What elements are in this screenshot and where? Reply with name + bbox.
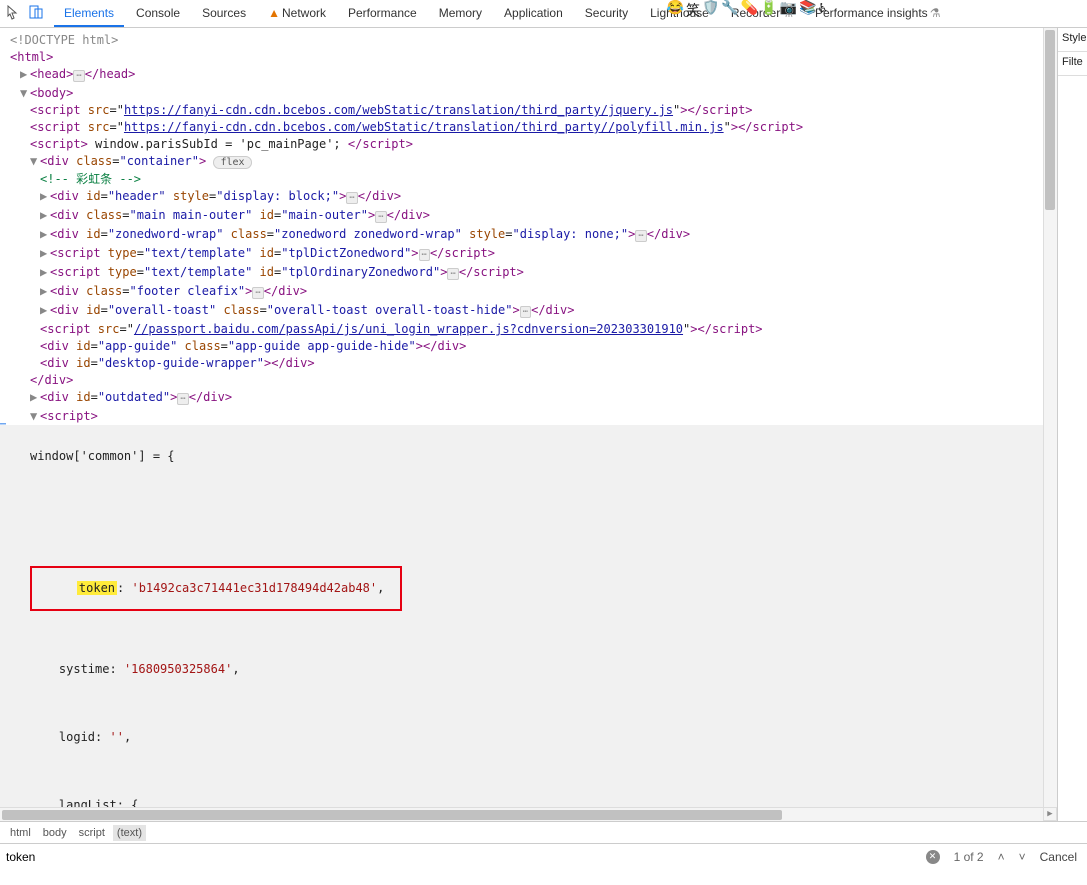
scrollbar-thumb[interactable] — [1045, 30, 1055, 210]
cancel-button[interactable]: Cancel — [1040, 850, 1077, 864]
vertical-scrollbar[interactable] — [1043, 28, 1057, 821]
scrollbar-thumb[interactable] — [2, 810, 782, 820]
script-src-link[interactable]: https://fanyi-cdn.cdn.bcebos.com/webStat… — [124, 120, 724, 134]
browser-extension-icons: 😂 笑 🛡️ 🔧 💊 🔋 📷 📚 ♿ — [667, 0, 828, 20]
tab-security[interactable]: Security — [575, 1, 638, 27]
styles-sidebar: Style Filte — [1057, 28, 1087, 821]
expand-caret[interactable]: ▶ — [40, 264, 50, 281]
ext-icon[interactable]: ♿ — [819, 0, 827, 20]
collapse-caret[interactable]: ▼ — [20, 85, 30, 102]
expand-caret[interactable]: ▶ — [40, 188, 50, 205]
tab-application[interactable]: Application — [494, 1, 573, 27]
elements-panel: <!DOCTYPE html> <html> ▶<head>⋯</head> ▼… — [0, 28, 1057, 821]
crumb-text[interactable]: (text) — [113, 825, 146, 841]
ext-icon[interactable]: 📚 — [799, 0, 816, 20]
device-toolbar-icon[interactable] — [28, 4, 44, 23]
expand-caret[interactable]: ▶ — [40, 283, 50, 300]
flex-badge[interactable]: flex — [213, 156, 251, 169]
expand-caret[interactable]: ▶ — [40, 226, 50, 243]
ext-icon[interactable]: 🛡️ — [702, 0, 719, 20]
script-text-node[interactable]: window['common'] = { token: 'b1492ca3c71… — [0, 425, 1047, 821]
collapse-caret[interactable]: ▼ — [30, 408, 40, 425]
crumb-script[interactable]: script — [75, 825, 109, 841]
tab-sources[interactable]: Sources — [192, 1, 256, 27]
inspect-icon[interactable] — [6, 4, 22, 23]
comment-node[interactable]: <!-- 彩虹条 --> — [40, 172, 141, 186]
ext-icon[interactable]: 笑 — [686, 0, 700, 20]
clear-search-icon[interactable]: ✕ — [926, 850, 940, 864]
tab-memory[interactable]: Memory — [429, 1, 492, 27]
search-bar: ✕ 1 of 2 ˄ ˅ Cancel — [0, 843, 1087, 869]
horizontal-scrollbar[interactable] — [0, 807, 1043, 821]
ext-icon[interactable]: 💊 — [741, 0, 758, 20]
expand-caret[interactable]: ▶ — [40, 207, 50, 224]
script-src-link[interactable]: //passport.baidu.com/passApi/js/uni_logi… — [134, 322, 683, 336]
breadcrumb: html body script (text) — [0, 821, 1087, 843]
ellipsis-icon[interactable]: ⋯ — [73, 70, 84, 82]
collapse-caret[interactable]: ▼ — [30, 153, 40, 170]
search-next-icon[interactable]: ˅ — [1019, 850, 1026, 864]
expand-caret[interactable]: ▶ — [20, 66, 30, 83]
warning-icon: ▲ — [268, 6, 280, 20]
experiment-icon: ⚗ — [930, 6, 941, 20]
crumb-html[interactable]: html — [6, 825, 35, 841]
search-input[interactable] — [0, 846, 926, 868]
dom-tree[interactable]: <!DOCTYPE html> <html> ▶<head>⋯</head> ▼… — [0, 28, 1057, 821]
ext-icon[interactable]: 📷 — [780, 0, 797, 20]
tab-performance[interactable]: Performance — [338, 1, 427, 27]
highlight-annotation: token: 'b1492ca3c71441ec31d178494d42ab48… — [30, 566, 402, 611]
expand-caret[interactable]: ▶ — [40, 302, 50, 319]
ext-icon[interactable]: 😂 — [667, 0, 684, 20]
tab-network[interactable]: ▲Network — [258, 1, 336, 27]
sidebar-tab-styles[interactable]: Style — [1058, 28, 1087, 52]
search-prev-icon[interactable]: ˄ — [998, 850, 1005, 864]
expand-caret[interactable]: ▶ — [30, 389, 40, 406]
script-src-link[interactable]: https://fanyi-cdn.cdn.bcebos.com/webStat… — [124, 103, 673, 117]
doctype-node[interactable]: <!DOCTYPE html> — [10, 33, 118, 47]
devtools-toolbar: Elements Console Sources ▲Network Perfor… — [0, 0, 1087, 28]
js-text: window['common'] = { — [30, 449, 175, 463]
sidebar-filter[interactable]: Filte — [1058, 52, 1087, 76]
selected-indicator: ⋯ — [0, 416, 6, 433]
ext-icon[interactable]: 🔋 — [760, 0, 777, 20]
tab-elements[interactable]: Elements — [54, 1, 124, 27]
search-match: token — [77, 581, 117, 595]
search-count: 1 of 2 — [954, 850, 984, 864]
tab-console[interactable]: Console — [126, 1, 190, 27]
scroll-right-arrow[interactable]: ▶ — [1043, 807, 1057, 821]
expand-caret[interactable]: ▶ — [40, 245, 50, 262]
ext-icon[interactable]: 🔧 — [721, 0, 738, 20]
crumb-body[interactable]: body — [39, 825, 71, 841]
